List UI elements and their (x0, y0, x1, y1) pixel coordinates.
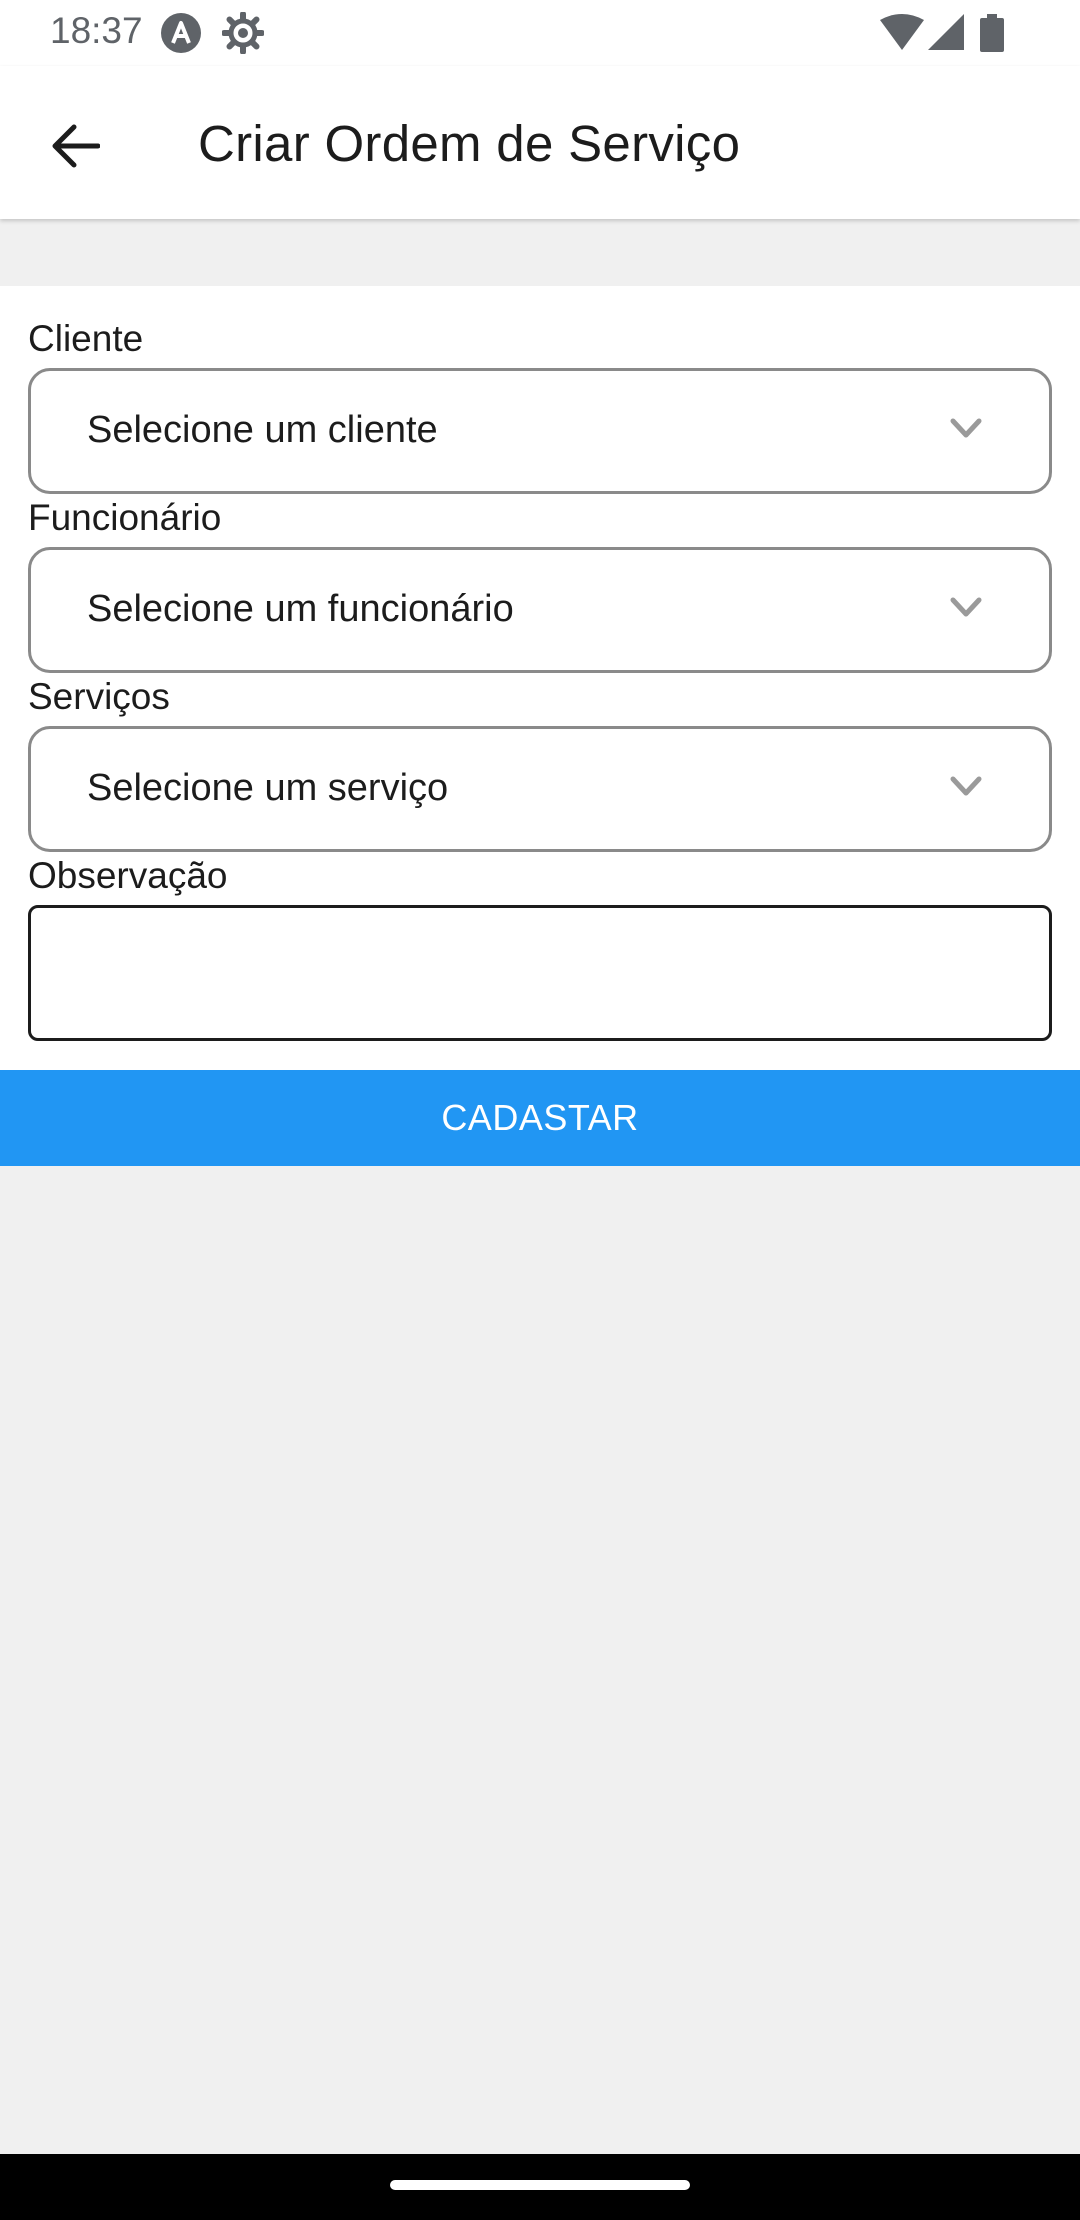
funcionario-select[interactable]: Selecione um funcionário (28, 547, 1052, 673)
servicos-select-value: Selecione um serviço (87, 767, 449, 809)
cliente-select-value: Selecione um cliente (87, 409, 438, 451)
settings-gear-icon (222, 12, 264, 54)
servicos-select[interactable]: Selecione um serviço (28, 726, 1052, 852)
chevron-down-icon (950, 418, 982, 438)
cadastrar-button[interactable]: CADASTAR (0, 1070, 1080, 1166)
arrow-left-icon (52, 124, 100, 168)
app-bar: Criar Ordem de Serviço (0, 66, 1080, 219)
page-title: Criar Ordem de Serviço (198, 115, 741, 172)
observacao-input[interactable] (28, 905, 1052, 1041)
cliente-label: Cliente (28, 318, 144, 359)
android-notification-icon (161, 13, 201, 53)
cell-signal-icon (928, 14, 964, 50)
chevron-down-icon (950, 597, 982, 617)
observacao-label: Observação (28, 855, 228, 896)
system-nav-bar (0, 2154, 1080, 2220)
servicos-label: Serviços (28, 676, 170, 717)
chevron-down-icon (950, 776, 982, 796)
funcionario-label: Funcionário (28, 497, 222, 538)
battery-icon (980, 14, 1004, 52)
back-button[interactable] (36, 106, 116, 186)
order-form: Cliente Selecione um cliente Funcionário… (0, 286, 1080, 1076)
home-gesture-handle[interactable] (390, 2180, 690, 2190)
status-bar: 18:37 (0, 0, 1080, 66)
wifi-icon (880, 14, 924, 50)
funcionario-select-value: Selecione um funcionário (87, 588, 514, 630)
status-time: 18:37 (50, 10, 143, 51)
cliente-select[interactable]: Selecione um cliente (28, 368, 1052, 494)
